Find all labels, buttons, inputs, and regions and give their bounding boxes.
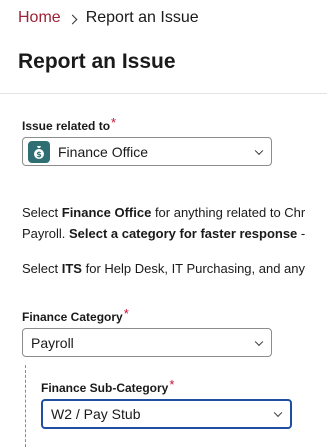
finance-subcategory-select[interactable]: W2 / Pay Stub (41, 399, 292, 429)
breadcrumb-home-link[interactable]: Home (18, 9, 61, 27)
required-asterisk: * (111, 115, 117, 130)
help-line1-bold: Finance Office (61, 205, 152, 220)
chevron-down-icon (254, 146, 264, 155)
subcategory-group-line (25, 365, 26, 447)
issue-related-label: Issue related to* (22, 115, 117, 133)
required-asterisk: * (169, 377, 175, 392)
breadcrumb-current: Report an Issue (85, 9, 199, 26)
help-text-finance: Select Finance Office for anything relat… (22, 202, 305, 244)
help-line3-bold: ITS (61, 261, 82, 276)
svg-text:$: $ (36, 150, 42, 159)
issue-related-select[interactable]: $ Finance Office (22, 137, 272, 166)
finance-subcategory-label-text: Finance Sub-Category (41, 381, 169, 395)
header-divider (0, 93, 327, 94)
issue-related-label-text: Issue related to (22, 119, 111, 133)
help-line3-post: for Help Desk, IT Purchasing, and any (81, 261, 306, 276)
finance-subcategory-label: Finance Sub-Category* (41, 377, 175, 395)
issue-related-value: Finance Office (58, 143, 149, 160)
finance-subcategory-value: W2 / Pay Stub (51, 406, 141, 422)
chevron-right-icon (67, 14, 78, 24)
finance-category-select[interactable]: Payroll (22, 328, 272, 357)
chevron-down-icon (254, 337, 264, 346)
help-line2-bold: Select a category for faster response (68, 226, 298, 241)
page-title: Report an Issue (18, 50, 176, 73)
finance-category-value: Payroll (31, 334, 74, 351)
finance-category-label-text: Finance Category (22, 310, 123, 324)
breadcrumb: Home Report an Issue (18, 7, 199, 29)
help-text-its: Select ITS for Help Desk, IT Purchasing,… (22, 258, 305, 279)
help-line2-pre: Payroll. (22, 226, 69, 241)
help-line3-pre: Select (22, 261, 62, 276)
finance-category-label: Finance Category* (22, 306, 129, 324)
required-asterisk: * (123, 306, 129, 321)
chevron-down-icon (273, 408, 283, 418)
help-line2-post: - (297, 226, 306, 241)
help-line1-post: for anything related to Chr (151, 205, 306, 220)
help-line1-pre: Select (22, 205, 62, 220)
money-bag-icon: $ (28, 140, 50, 163)
